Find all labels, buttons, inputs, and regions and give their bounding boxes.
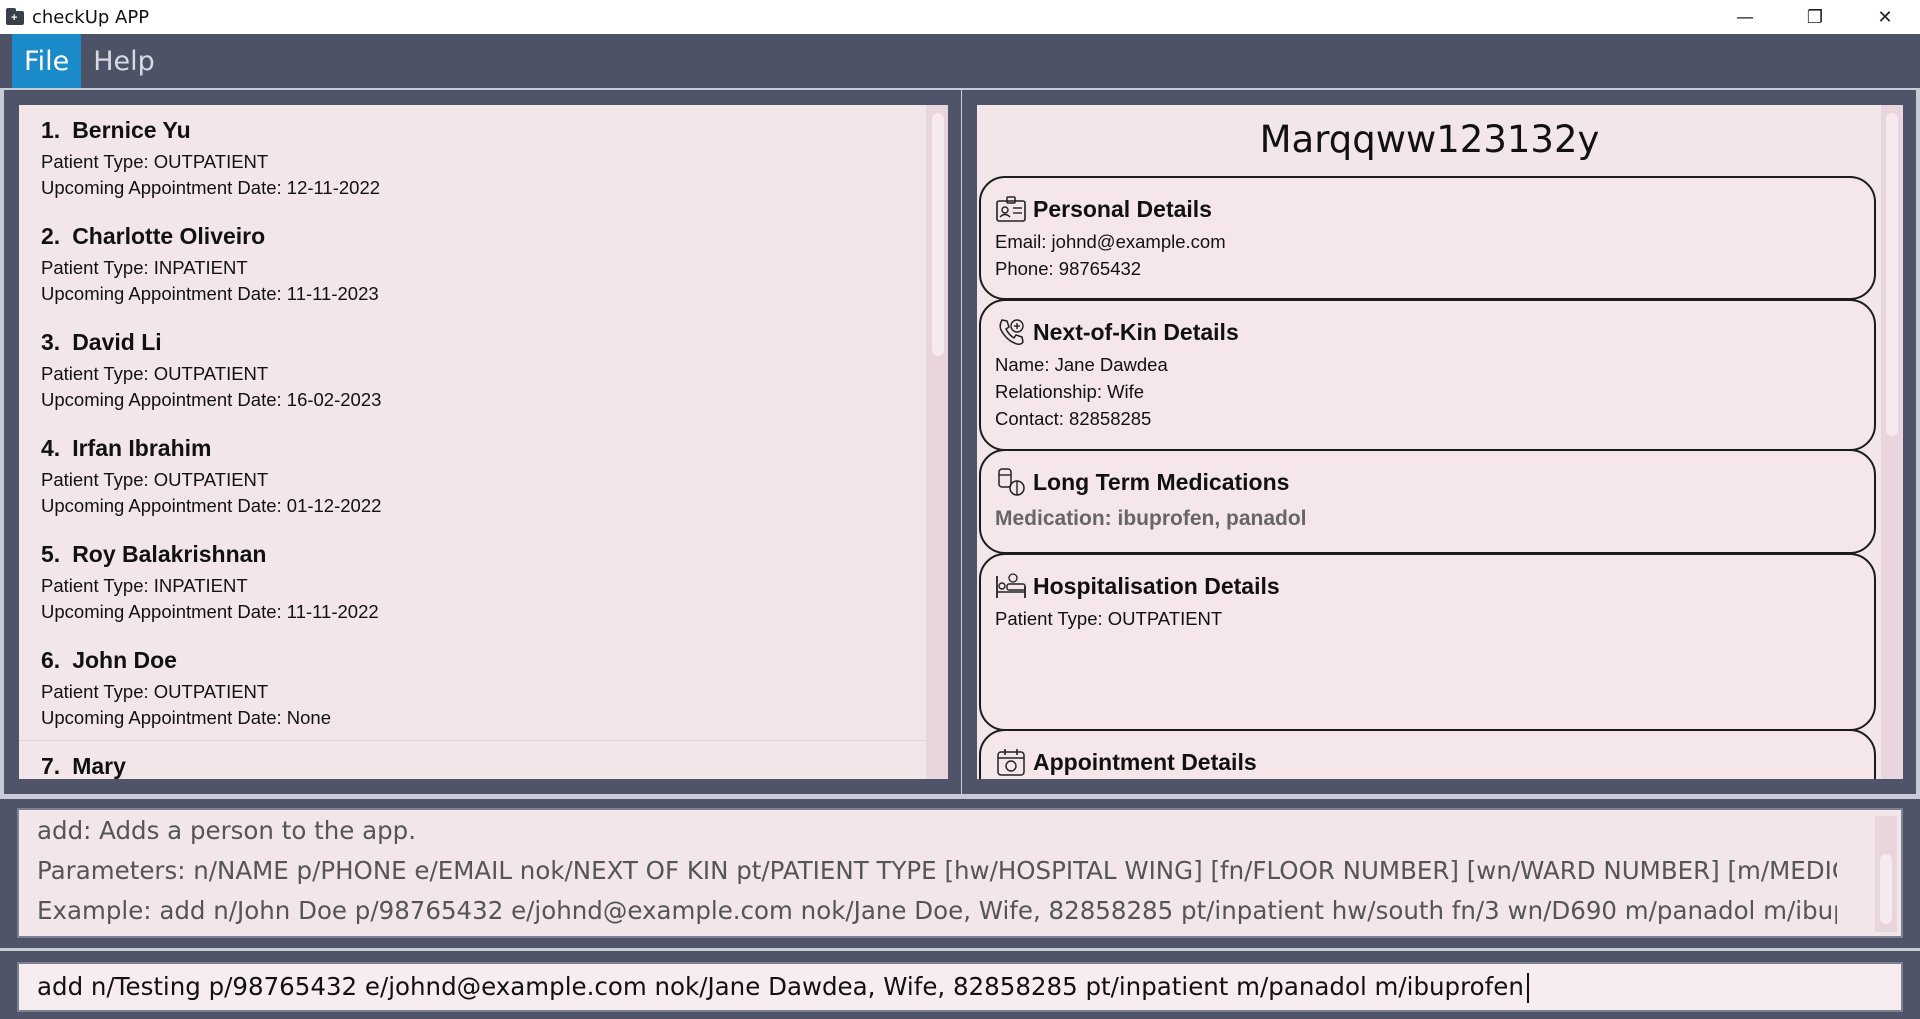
patient-card[interactable]: 1. Bernice Yu Patient Type: OUTPATIENT Up… <box>19 105 948 211</box>
patient-index: 3. <box>41 329 61 355</box>
detail-patient-name: Marqqww123132y <box>1259 118 1600 161</box>
menu-help[interactable]: Help <box>81 34 167 88</box>
patient-type: Patient Type: OUTPATIENT <box>41 363 269 384</box>
hospitalisation-card: Hospitalisation Details Patient Type: OU… <box>979 553 1876 731</box>
patient-index: 6. <box>41 647 61 673</box>
patient-type: Patient Type: OUTPATIENT <box>41 151 269 172</box>
patient-type: Patient Type: OUTPATIENT <box>41 681 269 702</box>
patient-type: Patient Type: INPATIENT <box>41 257 248 278</box>
patient-name: Charlotte Oliveiro <box>72 223 266 249</box>
nok-contact: Contact: 82858285 <box>995 408 1152 429</box>
detail-email: Email: johnd@example.com <box>995 231 1226 252</box>
pills-icon <box>995 466 1027 498</box>
phone-call-icon <box>995 316 1027 348</box>
patient-card[interactable]: 6. John Doe Patient Type: OUTPATIENT Upco… <box>19 635 948 741</box>
patient-index: 5. <box>41 541 61 567</box>
patient-appointment: Upcoming Appointment Date: 11-11-2023 <box>41 283 379 304</box>
patient-card[interactable]: 5. Roy Balakrishnan Patient Type: INPATIE… <box>19 529 948 635</box>
patient-appointment: Upcoming Appointment Date: 12-11-2022 <box>41 177 381 198</box>
restore-button[interactable]: ❐ <box>1780 0 1850 34</box>
patient-appointment: Upcoming Appointment Date: None <box>41 707 332 728</box>
patient-type: Patient Type: INPATIENT <box>41 575 248 596</box>
medications-card: Long Term Medications Medication: ibupro… <box>979 449 1876 554</box>
main-area: 1. Bernice Yu Patient Type: OUTPATIENT Up… <box>0 88 1920 796</box>
result-line-3: Example: add n/John Doe p/98765432 e/joh… <box>37 896 1837 925</box>
window-title: checkUp APP <box>32 6 150 28</box>
patient-detail-panel: Marqqww123132y Personal Details Email: j… <box>962 90 1916 794</box>
next-of-kin-card: Next-of-Kin Details Name: Jane Dawdea Re… <box>979 299 1876 451</box>
personal-details-card: Personal Details Email: johnd@example.co… <box>979 176 1876 300</box>
detail-scrollbar[interactable] <box>1881 105 1903 779</box>
patient-name: Bernice Yu <box>72 117 191 143</box>
patient-card[interactable]: 7. Mary <box>19 741 948 779</box>
patient-list-panel: 1. Bernice Yu Patient Type: OUTPATIENT Up… <box>4 90 961 794</box>
appointment-card: Appointment Details <box>979 729 1876 779</box>
menu-bar: File Help <box>0 34 1920 88</box>
title-bar: + checkUp APP — ❐ ✕ <box>0 0 1920 34</box>
hospitalisation-title: Hospitalisation Details <box>1033 572 1280 599</box>
patient-index: 2. <box>41 223 61 249</box>
result-line-1: add: Adds a person to the app. <box>37 816 416 845</box>
patient-card[interactable]: 3. David Li Patient Type: OUTPATIENT Upco… <box>19 317 948 423</box>
result-display[interactable]: add: Adds a person to the app. Parameter… <box>17 808 1903 938</box>
hospital-bed-icon <box>995 570 1027 602</box>
patient-index: 1. <box>41 117 61 143</box>
close-button[interactable]: ✕ <box>1850 0 1920 34</box>
appointment-title: Appointment Details <box>1033 748 1257 775</box>
patient-list-scrollbar[interactable] <box>926 105 948 779</box>
nok-relationship: Relationship: Wife <box>995 381 1145 402</box>
personal-details-title: Personal Details <box>1033 195 1212 222</box>
patient-type: Patient Type: OUTPATIENT <box>41 469 269 490</box>
patient-appointment: Upcoming Appointment Date: 16-02-2023 <box>41 389 382 410</box>
medication-list: Medication: ibuprofen, panadol <box>995 507 1307 530</box>
patient-list-scroll-thumb[interactable] <box>932 113 944 356</box>
patient-index: 7. <box>41 753 61 779</box>
id-card-icon <box>995 193 1027 225</box>
detail-phone: Phone: 98765432 <box>995 258 1142 279</box>
patient-name: Roy Balakrishnan <box>72 541 267 567</box>
nok-name: Name: Jane Dawdea <box>995 354 1168 375</box>
command-box-panel: add n/Testing p/98765432 e/johnd@example… <box>0 948 1920 1019</box>
result-scroll-thumb[interactable] <box>1880 854 1892 924</box>
patient-appointment: Upcoming Appointment Date: 01-12-2022 <box>41 495 382 516</box>
patient-name: Mary <box>72 753 126 779</box>
patient-name: John Doe <box>72 647 177 673</box>
detail-scroll-thumb[interactable] <box>1886 113 1898 436</box>
patient-name: David Li <box>72 329 162 355</box>
calendar-icon <box>995 746 1027 778</box>
next-of-kin-title: Next-of-Kin Details <box>1033 318 1239 345</box>
command-text: add n/Testing p/98765432 e/johnd@example… <box>37 972 1524 1001</box>
result-scrollbar[interactable] <box>1875 816 1897 932</box>
command-input[interactable]: add n/Testing p/98765432 e/johnd@example… <box>17 962 1903 1012</box>
patient-card[interactable]: 2. Charlotte Oliveiro Patient Type: INPAT… <box>19 211 948 317</box>
patient-index: 4. <box>41 435 61 461</box>
menu-file[interactable]: File <box>12 34 82 88</box>
hospital-patient-type: Patient Type: OUTPATIENT <box>995 608 1223 629</box>
patient-appointment: Upcoming Appointment Date: 11-11-2022 <box>41 601 379 622</box>
window-controls: — ❐ ✕ <box>1710 0 1920 34</box>
app-icon: + <box>5 7 25 27</box>
patient-detail: Marqqww123132y Personal Details Email: j… <box>977 105 1903 779</box>
text-caret <box>1526 973 1529 1003</box>
result-line-2: Parameters: n/NAME p/PHONE e/EMAIL nok/N… <box>37 856 1837 885</box>
patient-list[interactable]: 1. Bernice Yu Patient Type: OUTPATIENT Up… <box>19 105 948 779</box>
patient-card[interactable]: 4. Irfan Ibrahim Patient Type: OUTPATIENT… <box>19 423 948 529</box>
medications-title: Long Term Medications <box>1033 468 1290 495</box>
result-display-panel: add: Adds a person to the app. Parameter… <box>0 796 1920 948</box>
patient-name: Irfan Ibrahim <box>72 435 212 461</box>
minimize-button[interactable]: — <box>1710 0 1780 34</box>
